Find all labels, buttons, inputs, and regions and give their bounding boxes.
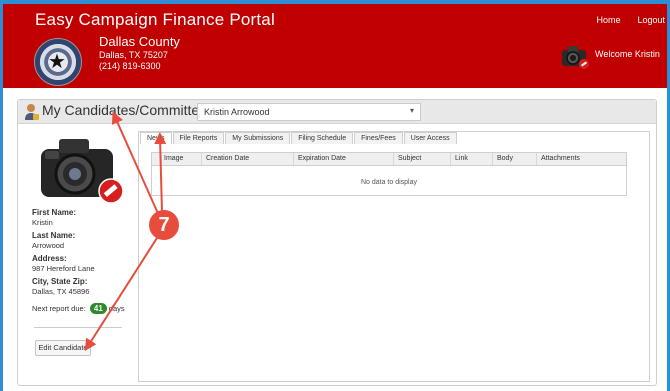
annotation-arrows	[84, 111, 167, 352]
arrow-to-panel-title	[111, 111, 161, 219]
arrow-to-news-tab	[154, 132, 167, 213]
step-number-badge: 7	[149, 210, 179, 240]
arrow-to-edit-button	[84, 237, 158, 352]
